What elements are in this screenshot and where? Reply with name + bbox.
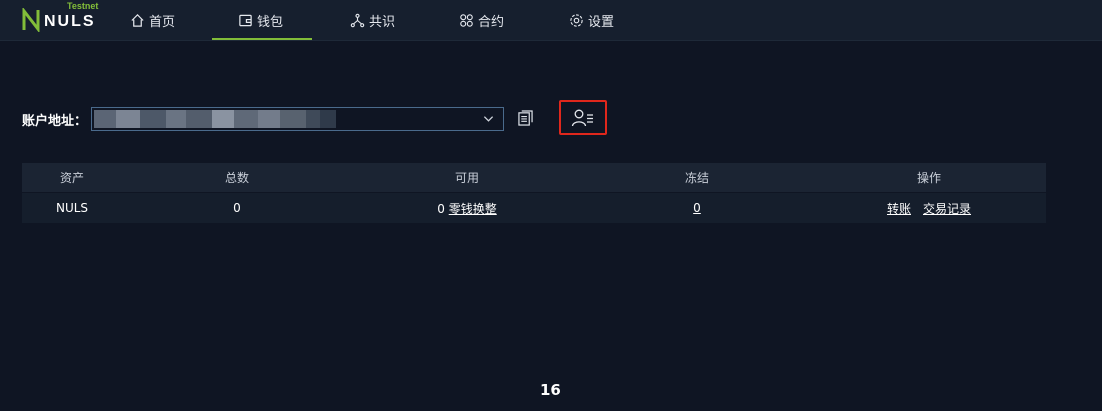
table-row: NULS 0 0 零钱换整 0 转账 交易记录 (22, 193, 1046, 223)
brand-name: NULS (44, 13, 96, 30)
frozen-value-link[interactable]: 0 (693, 201, 701, 215)
account-address-select[interactable] (91, 107, 504, 131)
home-icon (131, 13, 144, 27)
nav-label-wallet: 钱包 (257, 14, 284, 30)
nav-item-settings[interactable]: 设置 (569, 0, 614, 40)
consolidate-utxo-link[interactable]: 零钱换整 (449, 202, 497, 216)
header-available: 可用 (454, 171, 479, 185)
nav-label-contract: 合约 (478, 14, 505, 30)
cell-available: 0 零钱换整 (352, 200, 582, 217)
tx-records-link[interactable]: 交易记录 (923, 202, 971, 216)
nuls-logo[interactable]: NULS Testnet (22, 1, 102, 36)
nav-label-consensus: 共识 (369, 14, 396, 30)
header-frozen: 冻结 (684, 171, 709, 185)
available-value: 0 (437, 201, 445, 216)
testnet-badge: Testnet (67, 1, 99, 11)
account-address-label: 账户地址： (22, 114, 88, 129)
wallet-icon (239, 14, 252, 26)
page-number: 16 (540, 381, 561, 399)
cell-asset: NULS (55, 201, 89, 215)
nuls-n-icon (22, 8, 40, 32)
table-header: 资产 总数 可用 冻结 操作 (22, 163, 1046, 193)
header-asset: 资产 (59, 171, 84, 185)
nav-item-wallet[interactable]: 钱包 (211, 0, 313, 40)
cell-frozen: 0 (582, 201, 812, 215)
header-actions: 操作 (916, 171, 941, 185)
copy-icon[interactable] (518, 110, 533, 126)
settings-icon (570, 13, 583, 27)
assets-table: 资产 总数 可用 冻结 操作 NULS 0 0 零钱换整 0 转账 交易记录 (22, 163, 1046, 223)
consensus-icon (350, 13, 365, 27)
nav-item-consensus[interactable]: 共识 (350, 0, 395, 40)
transfer-link[interactable]: 转账 (887, 202, 911, 216)
cell-actions: 转账 交易记录 (812, 200, 1046, 217)
cell-total: 0 (233, 201, 241, 215)
nav-item-contract[interactable]: 合约 (459, 0, 504, 40)
user-list-icon (571, 109, 593, 126)
address-book-button[interactable] (559, 100, 607, 135)
nav-label-settings: 设置 (588, 14, 615, 30)
header-total: 总数 (224, 171, 249, 185)
nav-item-home[interactable]: 首页 (130, 0, 175, 40)
chevron-down-icon (483, 116, 494, 122)
top-nav-bar: NULS Testnet 首页 钱包 共识 合约 设置 (0, 0, 1102, 41)
contract-icon (460, 13, 473, 27)
nav-label-home: 首页 (149, 14, 176, 30)
